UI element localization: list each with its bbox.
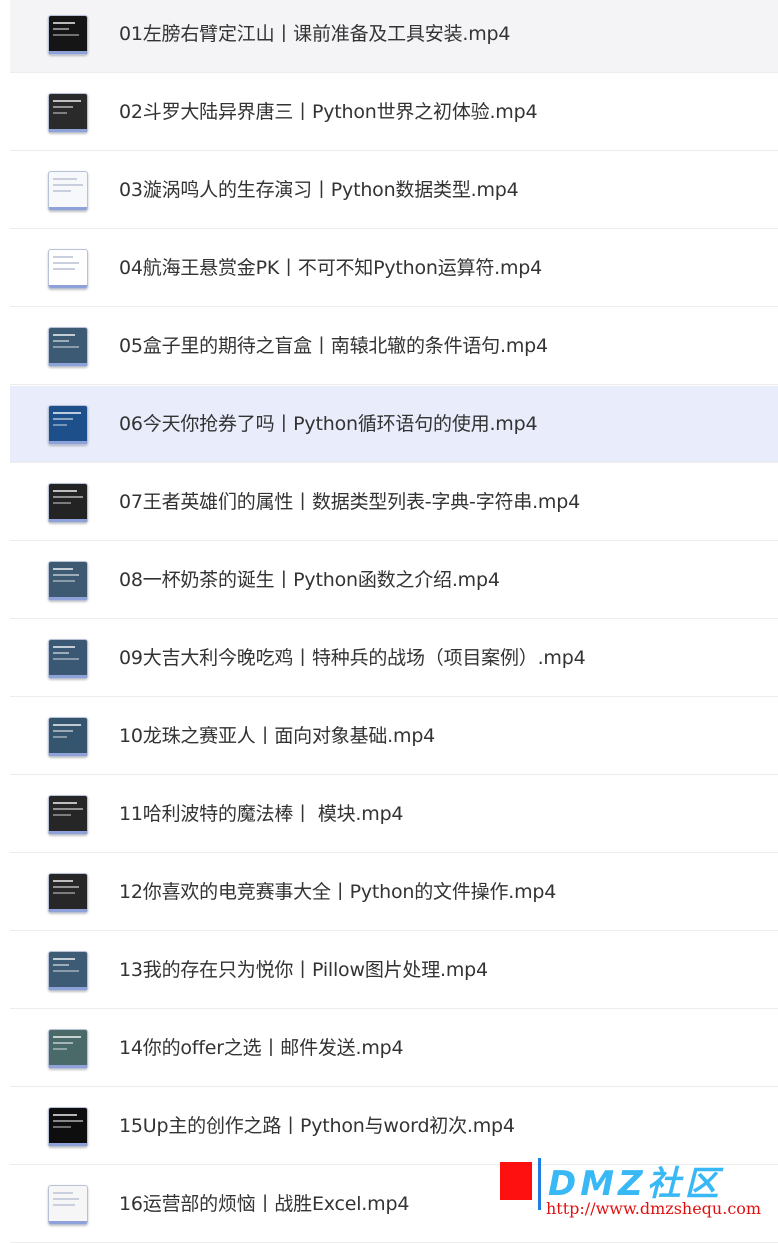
video-thumbnail-icon xyxy=(48,171,88,211)
video-thumbnail-icon xyxy=(48,561,88,601)
file-name: 10龙珠之赛亚人丨面向对象基础.mp4 xyxy=(119,725,436,747)
watermark-logo: DMZ社区 xyxy=(548,1164,723,1204)
file-row[interactable]: 10龙珠之赛亚人丨面向对象基础.mp4 xyxy=(10,698,778,775)
video-thumbnail-icon xyxy=(48,15,88,55)
file-row[interactable]: 09大吉大利今晚吃鸡丨特种兵的战场（项目案例）.mp4 xyxy=(10,620,778,697)
file-name: 16运营部的烦恼丨战胜Excel.mp4 xyxy=(119,1193,410,1215)
file-name: 13我的存在只为悦你丨Pillow图片处理.mp4 xyxy=(119,959,488,981)
file-name: 04航海王悬赏金PK丨不可不知Python运算符.mp4 xyxy=(119,257,543,279)
video-thumbnail-icon xyxy=(48,327,88,367)
watermark-red-block xyxy=(500,1162,532,1200)
file-name: 12你喜欢的电竞赛事大全丨Python的文件操作.mp4 xyxy=(119,881,557,903)
video-thumbnail-icon xyxy=(48,405,88,445)
file-name: 02斗罗大陆异界唐三丨Python世界之初体验.mp4 xyxy=(119,101,538,123)
file-row[interactable]: 05盒子里的期待之盲盒丨南辕北辙的条件语句.mp4 xyxy=(10,308,778,385)
video-thumbnail-icon xyxy=(48,1029,88,1069)
video-thumbnail-icon xyxy=(48,249,88,289)
file-row[interactable]: 03漩涡鸣人的生存演习丨Python数据类型.mp4 xyxy=(10,152,778,229)
file-name: 01左膀右臂定江山丨课前准备及工具安装.mp4 xyxy=(119,23,511,45)
file-name: 07王者英雄们的属性丨数据类型列表-字典-字符串.mp4 xyxy=(119,491,580,513)
video-thumbnail-icon xyxy=(48,1107,88,1147)
file-name: 06今天你抢券了吗丨Python循环语句的使用.mp4 xyxy=(119,413,538,435)
file-name: 03漩涡鸣人的生存演习丨Python数据类型.mp4 xyxy=(119,179,519,201)
file-row[interactable]: 08一杯奶茶的诞生丨Python函数之介绍.mp4 xyxy=(10,542,778,619)
watermark: DMZ社区 http://www.dmzshequ.com xyxy=(500,1158,778,1230)
file-name: 08一杯奶茶的诞生丨Python函数之介绍.mp4 xyxy=(119,569,500,591)
video-thumbnail-icon xyxy=(48,639,88,679)
video-thumbnail-icon xyxy=(48,93,88,133)
file-row[interactable]: 06今天你抢券了吗丨Python循环语句的使用.mp4 xyxy=(10,386,778,463)
file-name: 05盒子里的期待之盲盒丨南辕北辙的条件语句.mp4 xyxy=(119,335,548,357)
video-thumbnail-icon xyxy=(48,717,88,757)
watermark-blue-bar xyxy=(538,1158,541,1210)
file-row[interactable]: 15Up主的创作之路丨Python与word初次.mp4 xyxy=(10,1088,778,1165)
watermark-url: http://www.dmzshequ.com xyxy=(546,1199,762,1218)
file-row[interactable]: 02斗罗大陆异界唐三丨Python世界之初体验.mp4 xyxy=(10,74,778,151)
file-name: 14你的offer之选丨邮件发送.mp4 xyxy=(119,1037,404,1059)
file-name: 11哈利波特的魔法棒丨 模块.mp4 xyxy=(119,803,404,825)
file-row[interactable]: 04航海王悬赏金PK丨不可不知Python运算符.mp4 xyxy=(10,230,778,307)
video-thumbnail-icon xyxy=(48,483,88,523)
video-thumbnail-icon xyxy=(48,1185,88,1225)
video-thumbnail-icon xyxy=(48,795,88,835)
file-row[interactable]: 12你喜欢的电竞赛事大全丨Python的文件操作.mp4 xyxy=(10,854,778,931)
file-row[interactable]: 01左膀右臂定江山丨课前准备及工具安装.mp4 xyxy=(10,0,778,73)
file-name: 15Up主的创作之路丨Python与word初次.mp4 xyxy=(119,1115,515,1137)
file-name: 09大吉大利今晚吃鸡丨特种兵的战场（项目案例）.mp4 xyxy=(119,647,586,669)
video-thumbnail-icon xyxy=(48,951,88,991)
file-row[interactable]: 11哈利波特的魔法棒丨 模块.mp4 xyxy=(10,776,778,853)
file-row[interactable]: 13我的存在只为悦你丨Pillow图片处理.mp4 xyxy=(10,932,778,1009)
video-thumbnail-icon xyxy=(48,873,88,913)
file-row[interactable]: 07王者英雄们的属性丨数据类型列表-字典-字符串.mp4 xyxy=(10,464,778,541)
file-row[interactable]: 14你的offer之选丨邮件发送.mp4 xyxy=(10,1010,778,1087)
